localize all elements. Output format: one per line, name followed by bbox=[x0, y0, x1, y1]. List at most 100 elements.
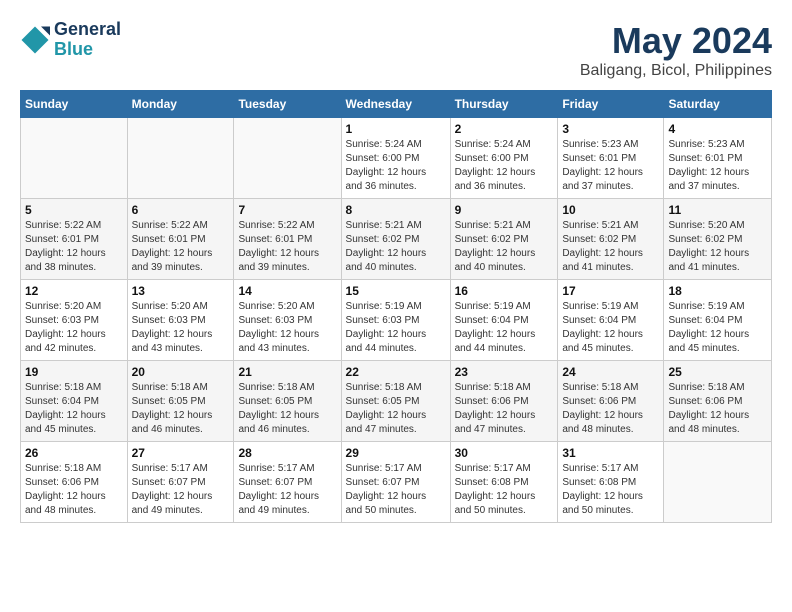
day-number: 1 bbox=[346, 122, 446, 136]
day-info: Sunrise: 5:22 AM Sunset: 6:01 PM Dayligh… bbox=[238, 219, 336, 275]
calendar-week-row: 5 Sunrise: 5:22 AM Sunset: 6:01 PM Daylig… bbox=[21, 199, 772, 280]
day-info: Sunrise: 5:20 AM Sunset: 6:03 PM Dayligh… bbox=[25, 300, 123, 356]
day-number: 6 bbox=[132, 203, 230, 217]
day-info: Sunrise: 5:20 AM Sunset: 6:03 PM Dayligh… bbox=[132, 300, 230, 356]
day-info: Sunrise: 5:17 AM Sunset: 6:07 PM Dayligh… bbox=[346, 462, 446, 518]
day-info: Sunrise: 5:21 AM Sunset: 6:02 PM Dayligh… bbox=[455, 219, 554, 275]
header-row: SundayMondayTuesdayWednesdayThursdayFrid… bbox=[21, 91, 772, 118]
logo-line2: Blue bbox=[54, 40, 121, 60]
day-number: 19 bbox=[25, 365, 123, 379]
calendar-cell: 6Sunrise: 5:22 AM Sunset: 6:01 PM Daylig… bbox=[127, 199, 234, 280]
day-of-week-header: Wednesday bbox=[341, 91, 450, 118]
logo: General Blue bbox=[20, 20, 121, 60]
calendar-cell: 30 Sunrise: 5:17 AM Sunset: 6:08 PM Dayli… bbox=[450, 442, 558, 523]
day-number: 4 bbox=[668, 122, 767, 136]
day-of-week-header: Friday bbox=[558, 91, 664, 118]
day-number: 30 bbox=[455, 446, 554, 460]
day-number: 8 bbox=[346, 203, 446, 217]
calendar-cell: 15 Sunrise: 5:19 AM Sunset: 6:03 PM Dayli… bbox=[341, 280, 450, 361]
calendar-cell: 9 Sunrise: 5:21 AM Sunset: 6:02 PM Daylig… bbox=[450, 199, 558, 280]
day-info: Sunrise: 5:19 AM Sunset: 6:04 PM Dayligh… bbox=[668, 300, 767, 356]
day-of-week-header: Thursday bbox=[450, 91, 558, 118]
calendar-cell: 17 Sunrise: 5:19 AM Sunset: 6:04 PM Dayli… bbox=[558, 280, 664, 361]
day-number: 10 bbox=[562, 203, 659, 217]
day-info: Sunrise: 5:18 AM Sunset: 6:05 PM Dayligh… bbox=[346, 381, 446, 437]
day-number: 9 bbox=[455, 203, 554, 217]
calendar-cell: 12 Sunrise: 5:20 AM Sunset: 6:03 PM Dayli… bbox=[21, 280, 128, 361]
day-info: Sunrise: 5:17 AM Sunset: 6:08 PM Dayligh… bbox=[562, 462, 659, 518]
calendar-cell: 26 Sunrise: 5:18 AM Sunset: 6:06 PM Dayli… bbox=[21, 442, 128, 523]
calendar-cell: 28 Sunrise: 5:17 AM Sunset: 6:07 PM Dayli… bbox=[234, 442, 341, 523]
day-info: Sunrise: 5:19 AM Sunset: 6:03 PM Dayligh… bbox=[346, 300, 446, 356]
day-of-week-header: Sunday bbox=[21, 91, 128, 118]
logo-icon bbox=[20, 25, 50, 55]
calendar-cell: 29 Sunrise: 5:17 AM Sunset: 6:07 PM Dayli… bbox=[341, 442, 450, 523]
calendar-cell: 5 Sunrise: 5:22 AM Sunset: 6:01 PM Daylig… bbox=[21, 199, 128, 280]
day-info: Sunrise: 5:24 AM Sunset: 6:00 PM Dayligh… bbox=[455, 138, 554, 194]
day-number: 23 bbox=[455, 365, 554, 379]
calendar-cell: 10Sunrise: 5:21 AM Sunset: 6:02 PM Dayli… bbox=[558, 199, 664, 280]
day-number: 28 bbox=[238, 446, 336, 460]
day-info: Sunrise: 5:18 AM Sunset: 6:05 PM Dayligh… bbox=[132, 381, 230, 437]
calendar-cell: 4 Sunrise: 5:23 AM Sunset: 6:01 PM Daylig… bbox=[664, 118, 772, 199]
location: Baligang, Bicol, Philippines bbox=[580, 62, 772, 80]
calendar-cell: 3 Sunrise: 5:23 AM Sunset: 6:01 PM Daylig… bbox=[558, 118, 664, 199]
day-number: 21 bbox=[238, 365, 336, 379]
day-number: 29 bbox=[346, 446, 446, 460]
day-of-week-header: Tuesday bbox=[234, 91, 341, 118]
day-of-week-header: Monday bbox=[127, 91, 234, 118]
day-number: 12 bbox=[25, 284, 123, 298]
day-number: 11 bbox=[668, 203, 767, 217]
day-number: 26 bbox=[25, 446, 123, 460]
calendar-cell: 11 Sunrise: 5:20 AM Sunset: 6:02 PM Dayli… bbox=[664, 199, 772, 280]
calendar-cell bbox=[234, 118, 341, 199]
day-info: Sunrise: 5:18 AM Sunset: 6:06 PM Dayligh… bbox=[25, 462, 123, 518]
day-number: 5 bbox=[25, 203, 123, 217]
day-number: 20 bbox=[132, 365, 230, 379]
calendar-week-row: 26 Sunrise: 5:18 AM Sunset: 6:06 PM Dayli… bbox=[21, 442, 772, 523]
calendar-cell: 7Sunrise: 5:22 AM Sunset: 6:01 PM Daylig… bbox=[234, 199, 341, 280]
calendar-cell: 21 Sunrise: 5:18 AM Sunset: 6:05 PM Dayli… bbox=[234, 361, 341, 442]
day-number: 3 bbox=[562, 122, 659, 136]
day-number: 13 bbox=[132, 284, 230, 298]
day-info: Sunrise: 5:17 AM Sunset: 6:07 PM Dayligh… bbox=[132, 462, 230, 518]
day-info: Sunrise: 5:24 AM Sunset: 6:00 PM Dayligh… bbox=[346, 138, 446, 194]
day-number: 2 bbox=[455, 122, 554, 136]
day-info: Sunrise: 5:17 AM Sunset: 6:08 PM Dayligh… bbox=[455, 462, 554, 518]
day-number: 17 bbox=[562, 284, 659, 298]
calendar-cell: 8 Sunrise: 5:21 AM Sunset: 6:02 PM Daylig… bbox=[341, 199, 450, 280]
calendar-cell: 24Sunrise: 5:18 AM Sunset: 6:06 PM Dayli… bbox=[558, 361, 664, 442]
day-info: Sunrise: 5:18 AM Sunset: 6:04 PM Dayligh… bbox=[25, 381, 123, 437]
day-info: Sunrise: 5:21 AM Sunset: 6:02 PM Dayligh… bbox=[346, 219, 446, 275]
day-number: 15 bbox=[346, 284, 446, 298]
title-block: May 2024 Baligang, Bicol, Philippines bbox=[580, 20, 772, 80]
day-info: Sunrise: 5:18 AM Sunset: 6:06 PM Dayligh… bbox=[562, 381, 659, 437]
calendar-cell: 25 Sunrise: 5:18 AM Sunset: 6:06 PM Dayli… bbox=[664, 361, 772, 442]
day-info: Sunrise: 5:19 AM Sunset: 6:04 PM Dayligh… bbox=[562, 300, 659, 356]
day-info: Sunrise: 5:18 AM Sunset: 6:06 PM Dayligh… bbox=[668, 381, 767, 437]
day-info: Sunrise: 5:17 AM Sunset: 6:07 PM Dayligh… bbox=[238, 462, 336, 518]
day-number: 27 bbox=[132, 446, 230, 460]
calendar-cell: 20 Sunrise: 5:18 AM Sunset: 6:05 PM Dayli… bbox=[127, 361, 234, 442]
day-number: 25 bbox=[668, 365, 767, 379]
day-info: Sunrise: 5:20 AM Sunset: 6:03 PM Dayligh… bbox=[238, 300, 336, 356]
calendar-header: SundayMondayTuesdayWednesdayThursdayFrid… bbox=[21, 91, 772, 118]
calendar-cell: 31 Sunrise: 5:17 AM Sunset: 6:08 PM Dayli… bbox=[558, 442, 664, 523]
day-info: Sunrise: 5:20 AM Sunset: 6:02 PM Dayligh… bbox=[668, 219, 767, 275]
day-number: 16 bbox=[455, 284, 554, 298]
day-info: Sunrise: 5:18 AM Sunset: 6:05 PM Dayligh… bbox=[238, 381, 336, 437]
day-info: Sunrise: 5:23 AM Sunset: 6:01 PM Dayligh… bbox=[668, 138, 767, 194]
calendar-cell: 14 Sunrise: 5:20 AM Sunset: 6:03 PM Dayli… bbox=[234, 280, 341, 361]
calendar-body: 1 Sunrise: 5:24 AM Sunset: 6:00 PM Daylig… bbox=[21, 118, 772, 523]
day-number: 22 bbox=[346, 365, 446, 379]
calendar-cell: 27 Sunrise: 5:17 AM Sunset: 6:07 PM Dayli… bbox=[127, 442, 234, 523]
day-number: 31 bbox=[562, 446, 659, 460]
calendar-cell: 18Sunrise: 5:19 AM Sunset: 6:04 PM Dayli… bbox=[664, 280, 772, 361]
day-info: Sunrise: 5:22 AM Sunset: 6:01 PM Dayligh… bbox=[25, 219, 123, 275]
calendar-week-row: 19 Sunrise: 5:18 AM Sunset: 6:04 PM Dayli… bbox=[21, 361, 772, 442]
logo-text: General Blue bbox=[54, 20, 121, 60]
day-number: 14 bbox=[238, 284, 336, 298]
day-info: Sunrise: 5:19 AM Sunset: 6:04 PM Dayligh… bbox=[455, 300, 554, 356]
logo-line1: General bbox=[54, 20, 121, 40]
day-info: Sunrise: 5:23 AM Sunset: 6:01 PM Dayligh… bbox=[562, 138, 659, 194]
